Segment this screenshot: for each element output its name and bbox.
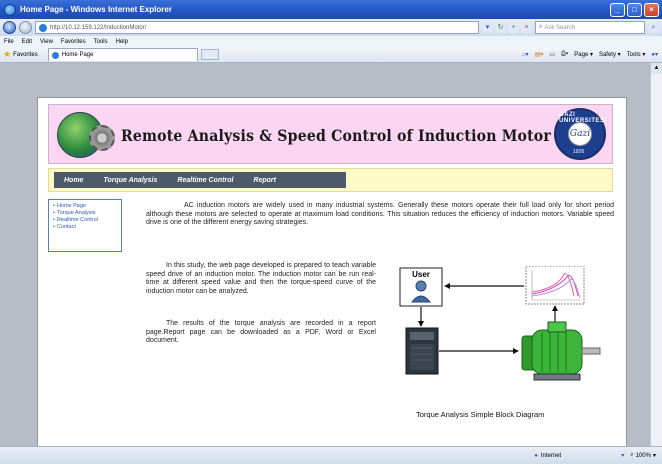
induction-motor-icon — [521, 321, 601, 381]
window-title: Home Page - Windows Internet Explorer — [20, 5, 172, 14]
cmd-safety[interactable]: Safety ▾ — [599, 51, 621, 58]
minimize-button[interactable]: _ — [610, 2, 625, 17]
nav-realtime-control[interactable]: Realtime Control — [177, 177, 233, 184]
stop-icon[interactable]: × — [521, 22, 532, 33]
favorites-bar: ★ Favorites Home Page ⌂▾ ▤▾ ▭ ⎙▾ Page ▾ … — [0, 47, 662, 63]
sidebar-menu: Home Page Torque Analysis Realtime Contr… — [48, 199, 122, 252]
forward-button[interactable]: › — [19, 21, 32, 34]
arrow-head-up — [552, 305, 558, 311]
seal-year: 1926 — [573, 149, 585, 155]
ie-logo-icon — [4, 3, 16, 16]
nav-report[interactable]: Report — [253, 177, 276, 184]
intro-paragraph: AC induction motors are widely used in m… — [146, 202, 614, 226]
rss-icon[interactable]: + — [508, 22, 519, 33]
close-button[interactable]: × — [644, 2, 659, 17]
print-icon[interactable]: ▭ — [549, 51, 555, 58]
favorites-label[interactable]: Favorites — [13, 52, 38, 58]
back-button[interactable]: ‹ — [3, 21, 16, 34]
menu-help[interactable]: Help — [116, 39, 128, 45]
window-titlebar: Home Page - Windows Internet Explorer _ … — [0, 0, 662, 19]
address-actions: ▾ ↻ + × — [482, 22, 532, 33]
menu-tools[interactable]: Tools — [94, 39, 108, 45]
page-title-text: Remote Analysis & Speed Control of Induc… — [121, 126, 552, 145]
tab-label: Home Page — [61, 52, 94, 58]
university-seal-icon: GAZI UNIVERSITESI Gazi 1926 — [554, 108, 606, 160]
header-banner: Remote Analysis & Speed Control of Induc… — [48, 104, 613, 164]
refresh-icon[interactable]: ↻ — [495, 22, 506, 33]
help-icon[interactable]: ●▾ — [651, 51, 658, 58]
cmd-page[interactable]: Page ▾ — [574, 51, 593, 58]
seal-mark: Gazi — [568, 122, 592, 146]
nav-strip: Home Torque Analysis Realtime Control Re… — [48, 168, 613, 192]
search-placeholder: Ask Search — [544, 24, 576, 31]
browser-viewport: Remote Analysis & Speed Control of Induc… — [0, 63, 650, 464]
nav-home[interactable]: Home — [64, 177, 83, 184]
search-input[interactable]: ⌕ Ask Search — [535, 21, 645, 34]
vfd-drive-icon — [405, 327, 439, 375]
status-bar: ● Internet ▾ ⌕ 100% ▾ — [0, 446, 662, 464]
page-title-svgtext: Remote Analysis & Speed Control of Induc… — [121, 126, 552, 145]
arrow-head-right — [513, 348, 519, 354]
gear-icon — [89, 125, 115, 151]
nav-torque-analysis[interactable]: Torque Analysis — [103, 177, 157, 184]
report-paragraph: The results of the torque analysis are r… — [146, 320, 376, 344]
web-page: Remote Analysis & Speed Control of Induc… — [37, 97, 627, 464]
home-icon[interactable]: ⌂▾ — [522, 51, 529, 58]
zone-label: Internet — [540, 452, 562, 459]
vertical-scrollbar[interactable]: ▲ — [650, 63, 662, 446]
tab-icon — [51, 51, 59, 59]
arrow-head-down — [418, 321, 424, 327]
favorites-star-icon[interactable]: ★ — [3, 49, 11, 60]
cmd-tools[interactable]: Tools ▾ — [627, 51, 646, 58]
sidebar-item-home-page[interactable]: Home Page — [53, 203, 117, 210]
menu-file[interactable]: File — [4, 39, 14, 45]
page-title: Remote Analysis & Speed Control of Induc… — [121, 125, 553, 149]
compat-icon[interactable]: ▾ — [482, 22, 493, 33]
print-dropdown-icon[interactable]: ⎙▾ — [561, 51, 568, 58]
menu-favorites[interactable]: Favorites — [61, 39, 86, 45]
arrow-head-left — [444, 283, 450, 289]
block-diagram: User — [399, 266, 601, 381]
sidebar-item-realtime-control[interactable]: Realtime Control — [53, 217, 117, 224]
zoom-dropdown-icon[interactable]: ▾ — [653, 452, 656, 459]
internet-zone-icon: ● — [534, 452, 538, 459]
menu-edit[interactable]: Edit — [22, 39, 32, 45]
scroll-up-icon[interactable]: ▲ — [651, 63, 662, 74]
maximize-button[interactable]: □ — [627, 2, 642, 17]
tab-home-page[interactable]: Home Page — [47, 48, 198, 61]
search-icon: ⌕ — [539, 24, 543, 30]
address-text: http://10.12.159.122/InductionMotor/ — [50, 24, 147, 31]
sidebar-item-torque-analysis[interactable]: Torque Analysis — [53, 210, 117, 217]
feeds-icon[interactable]: ▤▾ — [535, 51, 544, 58]
study-paragraph: In this study, the web page developed is… — [146, 262, 376, 295]
page-icon — [39, 23, 47, 32]
address-bar[interactable]: http://10.12.159.122/InductionMotor/ — [35, 21, 479, 34]
menu-bar: File Edit View Favorites Tools Help — [0, 36, 662, 47]
new-tab-button[interactable] — [200, 49, 219, 60]
menu-view[interactable]: View — [40, 39, 53, 45]
main-nav: Home Torque Analysis Realtime Control Re… — [54, 172, 346, 188]
window-controls: _ □ × — [610, 2, 659, 17]
user-label: User — [412, 270, 430, 279]
diagram-caption: Torque Analysis Simple Block Diagram — [416, 410, 545, 419]
command-bar: ⌂▾ ▤▾ ▭ ⎙▾ Page ▾ Safety ▾ Tools ▾ ●▾ — [522, 51, 662, 58]
address-toolbar: ‹ › http://10.12.159.122/InductionMotor/… — [0, 19, 662, 36]
protected-mode-icon[interactable]: ▾ — [621, 452, 624, 459]
zoom-level[interactable]: 100% — [636, 453, 651, 459]
sidebar-item-contact[interactable]: Contact — [53, 224, 117, 231]
zoom-icon[interactable]: ⌕ — [630, 452, 633, 459]
search-go-icon[interactable]: ⌕ — [648, 22, 659, 33]
